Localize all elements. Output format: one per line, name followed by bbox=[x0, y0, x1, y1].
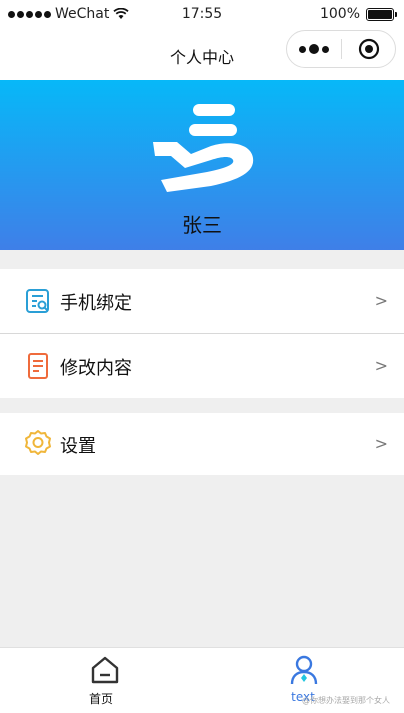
profile-header: 张三 bbox=[0, 80, 404, 250]
user-icon bbox=[290, 655, 318, 685]
gear-icon bbox=[25, 430, 51, 455]
chevron-right-icon: > bbox=[374, 291, 388, 310]
status-right: 100% bbox=[319, 6, 397, 22]
phone-binding-icon bbox=[26, 289, 49, 313]
mini-program-capsule bbox=[286, 30, 396, 68]
status-bar: WeChat 17:55 100% bbox=[0, 0, 404, 30]
edit-document-icon bbox=[28, 353, 48, 379]
user-name: 张三 bbox=[182, 213, 222, 237]
chevron-right-icon: > bbox=[374, 434, 388, 453]
menu-item-label: 手机绑定 bbox=[60, 293, 132, 314]
menu-item-label: 修改内容 bbox=[60, 358, 132, 379]
nav-bar: 个人中心 bbox=[0, 30, 404, 80]
close-button[interactable] bbox=[342, 38, 395, 60]
menu-group-account: 手机绑定 > 修改内容 > bbox=[0, 269, 404, 398]
menu-item-phone-binding[interactable]: 手机绑定 > bbox=[0, 269, 404, 333]
more-button[interactable] bbox=[287, 44, 341, 54]
watermark: @你想办法娶到那个女人 bbox=[302, 696, 390, 705]
menu-item-settings[interactable]: 设置 > bbox=[0, 413, 404, 475]
tab-bar: 首页 text @你想办法娶到那个女人 bbox=[0, 647, 404, 713]
menu-group-settings: 设置 > bbox=[0, 413, 404, 475]
tab-home-label: 首页 bbox=[88, 692, 113, 706]
app-logo-icon bbox=[153, 104, 254, 192]
home-icon bbox=[91, 656, 119, 684]
menu-item-edit-content[interactable]: 修改内容 > bbox=[0, 334, 404, 398]
menu-item-label: 设置 bbox=[60, 436, 96, 457]
tab-home[interactable]: 首页 bbox=[0, 648, 202, 713]
battery-percent: 100% bbox=[319, 6, 360, 22]
target-icon bbox=[358, 38, 379, 60]
battery-icon bbox=[366, 7, 397, 21]
chevron-right-icon: > bbox=[374, 356, 388, 375]
